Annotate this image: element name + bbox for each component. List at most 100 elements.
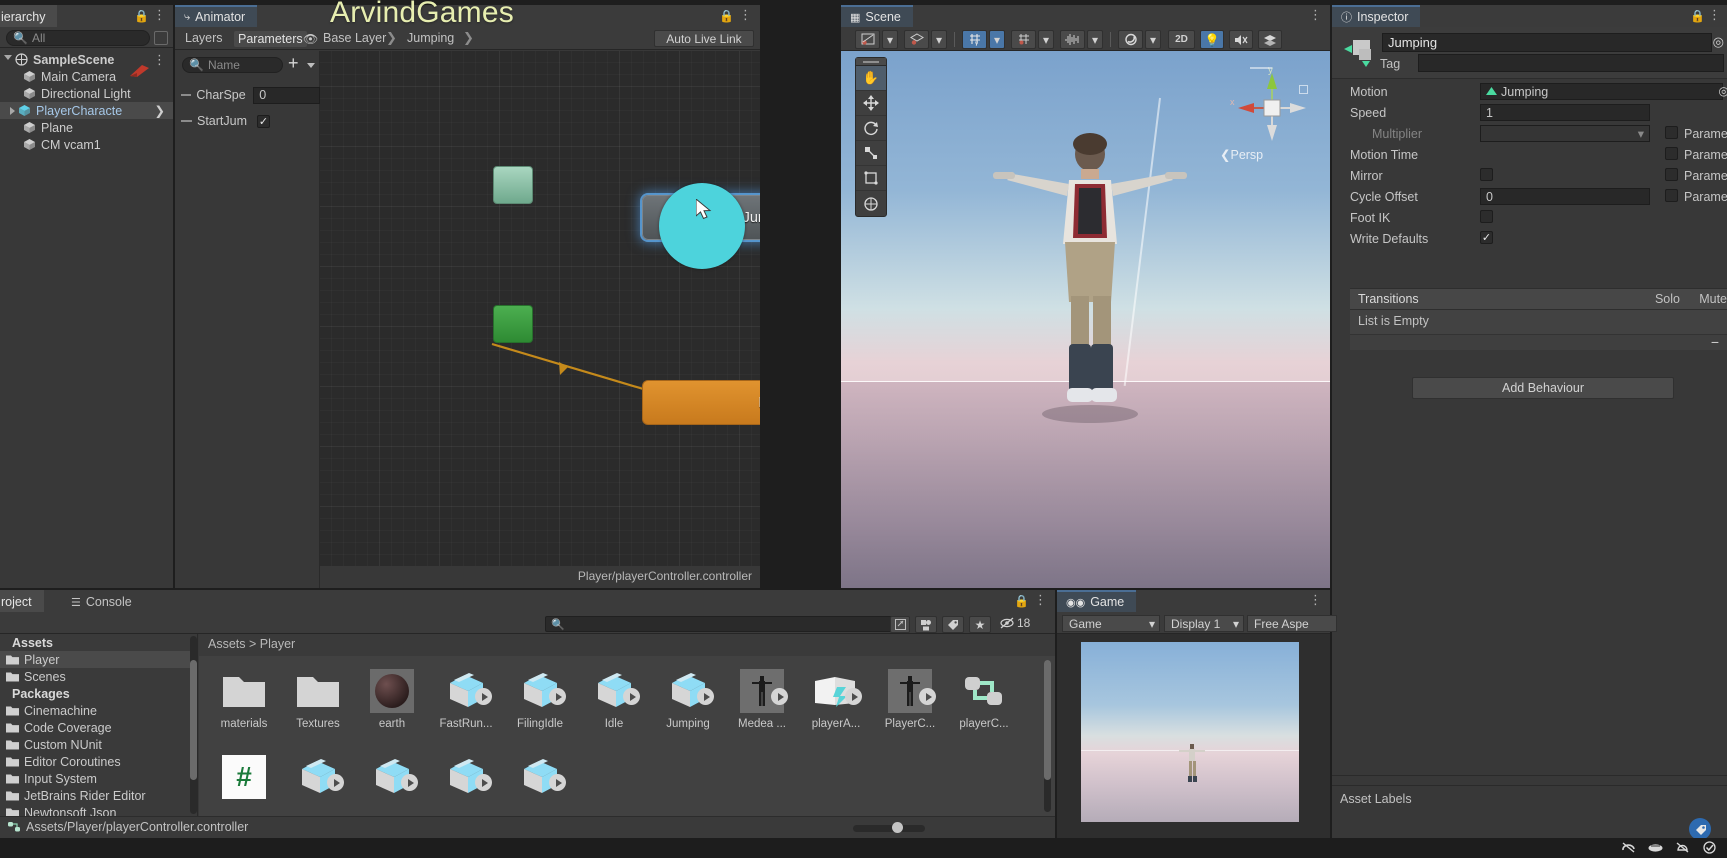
scene-visibility-icon[interactable]	[1118, 30, 1143, 49]
project-tree-item-cinemachine[interactable]: Cinemachine	[0, 702, 197, 719]
filter-favorite-icon[interactable]: ★	[969, 616, 991, 633]
asset-item-filingidle[interactable]: FilingIdle	[507, 668, 573, 730]
scene-orientation-gizmo[interactable]: y x ❮Persp	[1228, 63, 1316, 153]
project-tree-item-jetbrains-rider-editor[interactable]: JetBrains Rider Editor	[0, 787, 197, 804]
hierarchy-item-plane[interactable]: Plane	[0, 119, 173, 136]
play-badge-icon[interactable]	[623, 688, 640, 705]
hidden-packages-count[interactable]: 18	[1000, 616, 1030, 630]
parameter-checkbox-startjum[interactable]: ✓	[257, 115, 270, 128]
project-tree-item-assets[interactable]: Assets	[0, 634, 197, 651]
tab-scene[interactable]: ▦ Scene	[841, 5, 913, 27]
asset-item-fastrun-[interactable]: FastRun...	[433, 668, 499, 730]
scene-view-mode-label[interactable]: ❮Persp	[1220, 147, 1263, 162]
lock-icon[interactable]: 🔒	[134, 9, 149, 23]
audio-dropdown-icon[interactable]: ▾	[1087, 30, 1103, 49]
game-mode-dropdown[interactable]: Game▾	[1062, 615, 1160, 632]
rotate-tool-icon[interactable]	[856, 116, 886, 141]
breadcrumb[interactable]: Assets > Player	[208, 637, 295, 651]
play-badge-icon[interactable]	[697, 688, 714, 705]
asset-item[interactable]	[507, 754, 573, 804]
audio-waveform-icon[interactable]	[1060, 30, 1085, 49]
state-node-idle[interactable]: Idle	[642, 380, 760, 425]
parameter-toggle-checkbox[interactable]	[1665, 126, 1678, 139]
add-behaviour-button[interactable]: Add Behaviour	[1412, 377, 1674, 399]
lock-icon[interactable]: 🔒	[1014, 594, 1029, 608]
tag-input[interactable]	[1418, 54, 1724, 72]
parameter-drag-handle[interactable]	[181, 94, 191, 96]
play-badge-icon[interactable]	[549, 774, 566, 791]
display-dropdown[interactable]: Display 1▾	[1164, 615, 1244, 632]
asset-item[interactable]: #	[211, 754, 277, 804]
gizmos-dropdown-icon[interactable]: ▾	[989, 30, 1005, 49]
field-input[interactable]: 0	[1480, 188, 1650, 205]
gizmos-2d-toggle-icon[interactable]: y	[962, 30, 987, 49]
play-badge-icon[interactable]	[845, 688, 862, 705]
aspect-dropdown[interactable]: Free Aspe	[1247, 615, 1337, 632]
project-tree-item-packages[interactable]: Packages	[0, 685, 197, 702]
field-checkbox[interactable]	[1480, 168, 1493, 181]
move-tool-icon[interactable]	[856, 91, 886, 116]
auto-live-link-button[interactable]: Auto Live Link	[654, 30, 754, 47]
visibility-dropdown-icon[interactable]: ▾	[1145, 30, 1161, 49]
transform-tool-icon[interactable]	[856, 191, 886, 216]
tab-inspector[interactable]: ⓘ Inspector	[1332, 5, 1420, 27]
any-state-node[interactable]	[493, 305, 533, 343]
game-viewport[interactable]	[1081, 642, 1299, 822]
scene-context-menu-icon[interactable]: ⋮	[153, 53, 166, 66]
asset-item[interactable]	[433, 754, 499, 804]
expand-arrow-icon[interactable]	[10, 107, 15, 115]
add-label-icon[interactable]	[1689, 818, 1711, 840]
state-name-input[interactable]: Jumping	[1382, 33, 1712, 52]
grid-snap-dropdown-icon[interactable]: ▾	[1038, 30, 1054, 49]
shading-mode-icon[interactable]	[904, 30, 929, 49]
motion-object-field[interactable]: Jumping	[1480, 83, 1723, 100]
project-tree-item-player[interactable]: Player	[0, 651, 197, 668]
field-checkbox[interactable]: ✓	[1480, 231, 1493, 244]
animator-tab-layers[interactable]: Layers	[185, 31, 223, 45]
notification-off-icon[interactable]	[1675, 841, 1690, 857]
remove-transition-button[interactable]: −	[1711, 334, 1719, 350]
hierarchy-item-playercharacte[interactable]: PlayerCharacte❯	[0, 102, 173, 119]
entry-node[interactable]	[493, 166, 533, 204]
draw-mode-dropdown-icon[interactable]: ▾	[882, 30, 898, 49]
lock-icon[interactable]: 🔒	[719, 9, 734, 23]
audio-mute-icon[interactable]	[1229, 30, 1253, 49]
animator-tab-parameters[interactable]: Parameters	[234, 31, 307, 47]
parameter-toggle-checkbox[interactable]	[1665, 189, 1678, 202]
search-save-icon[interactable]	[890, 616, 910, 633]
zoom-slider-track[interactable]	[853, 825, 925, 832]
asset-item-earth[interactable]: earth	[359, 668, 425, 730]
shading-dropdown-icon[interactable]: ▾	[931, 30, 947, 49]
play-badge-icon[interactable]	[327, 774, 344, 791]
hand-tool-icon[interactable]: ✋	[856, 66, 886, 91]
asset-item-playerc-[interactable]: PlayerC...	[877, 668, 943, 730]
tab-hierarchy[interactable]: ierarchy	[0, 5, 57, 27]
asset-item-playerc-[interactable]: playerC...	[951, 668, 1017, 730]
scale-tool-icon[interactable]	[856, 141, 886, 166]
parameter-name[interactable]: StartJum	[197, 114, 252, 128]
asset-grid-scrollbar[interactable]	[1044, 660, 1051, 812]
asset-item[interactable]	[285, 754, 351, 804]
draw-mode-icon[interactable]	[855, 30, 880, 49]
project-search-input[interactable]: 🔍	[545, 616, 897, 632]
asset-item-playera-[interactable]: playerA...	[803, 668, 869, 730]
asset-item-jumping[interactable]: Jumping	[655, 668, 721, 730]
hierarchy-menu-icon[interactable]: ⋮	[153, 8, 166, 21]
play-badge-icon[interactable]	[549, 688, 566, 705]
asset-item-materials[interactable]: materials	[211, 668, 277, 730]
expand-arrow-icon[interactable]	[4, 55, 12, 64]
play-badge-icon[interactable]	[475, 774, 492, 791]
project-menu-icon[interactable]: ⋮	[1034, 593, 1047, 606]
eye-icon[interactable]: 👁	[303, 32, 318, 46]
prefab-open-arrow-icon[interactable]: ❯	[155, 103, 165, 118]
hierarchy-item-cm-vcam1[interactable]: CM vcam1	[0, 136, 173, 153]
parameter-row-charspe[interactable]: CharSpe0	[175, 82, 320, 108]
play-badge-icon[interactable]	[771, 688, 788, 705]
scene-menu-icon[interactable]: ⋮	[1309, 8, 1322, 21]
inspector-menu-icon[interactable]: ⋮	[1708, 8, 1721, 21]
filter-label-icon[interactable]	[942, 616, 964, 633]
check-circle-icon[interactable]	[1702, 841, 1717, 857]
breadcrumb-jumping[interactable]: Jumping	[407, 31, 454, 45]
field-checkbox[interactable]	[1480, 210, 1493, 223]
parameter-toggle-checkbox[interactable]	[1665, 168, 1678, 181]
